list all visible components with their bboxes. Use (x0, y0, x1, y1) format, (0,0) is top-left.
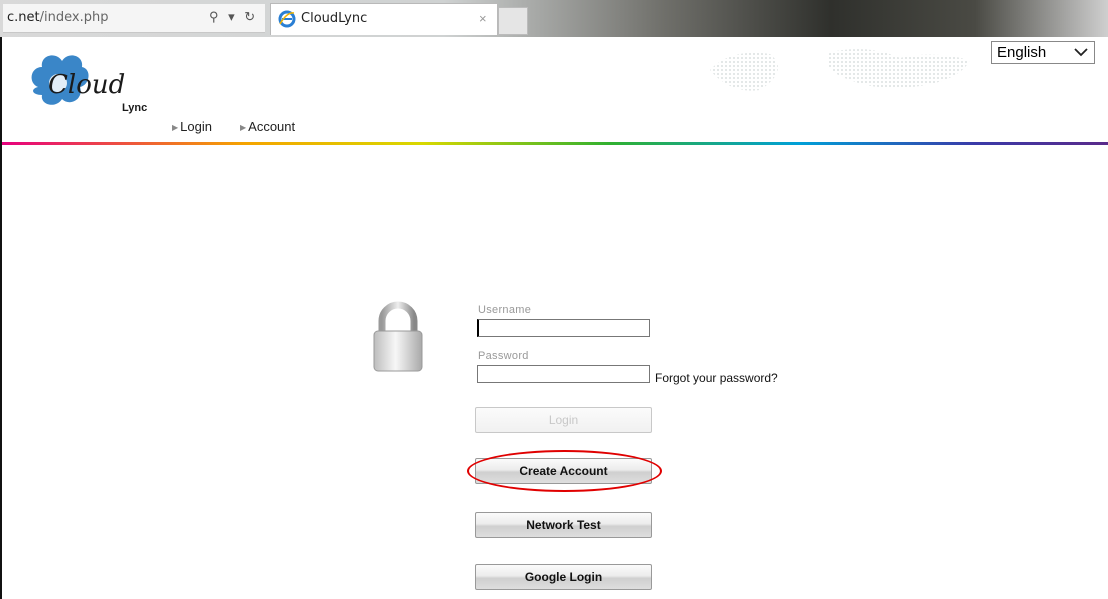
chevron-down-icon (1074, 48, 1088, 57)
nav-login-label: Login (180, 119, 212, 134)
language-select[interactable]: English (991, 41, 1095, 64)
username-field[interactable] (477, 319, 650, 337)
nav-account[interactable]: ▶ Account (240, 119, 295, 134)
cloudlync-logo[interactable]: Cloud Lync (26, 47, 176, 119)
world-map-decoration (710, 49, 970, 91)
window-border (0, 37, 2, 599)
triangle-right-icon: ▶ (172, 123, 179, 132)
address-bar[interactable]: c.net/index.php ⚲ ▾ ↻ (3, 4, 265, 33)
padlock-icon (373, 301, 423, 372)
address-url[interactable]: c.net/index.php (7, 10, 108, 25)
network-test-button[interactable]: Network Test (475, 512, 652, 538)
forgot-password-link[interactable]: Forgot your password? (655, 371, 778, 385)
browser-tab[interactable]: CloudLync × (270, 3, 498, 35)
triangle-right-icon: ▶ (240, 123, 247, 132)
address-bar-controls-icon[interactable]: ⚲ ▾ ↻ (209, 9, 258, 25)
header-divider (2, 142, 1108, 145)
ie-browser-icon (278, 10, 296, 28)
google-login-button[interactable]: Google Login (475, 564, 652, 590)
create-account-button[interactable]: Create Account (475, 458, 652, 484)
password-label: Password (478, 350, 529, 362)
tab-close-icon[interactable]: × (479, 11, 487, 26)
password-field[interactable] (477, 365, 650, 383)
logo-text: Cloud (48, 70, 125, 100)
username-label: Username (478, 304, 532, 316)
nav-account-label: Account (248, 119, 296, 134)
browser-chrome: c.net/index.php ⚲ ▾ ↻ CloudLync × (0, 0, 1108, 37)
logo-subtext: Lync (122, 102, 147, 114)
nav-login[interactable]: ▶ Login (172, 119, 212, 134)
language-select-value: English (997, 44, 1047, 61)
login-button[interactable]: Login (475, 407, 652, 433)
tab-title: CloudLync (301, 11, 368, 26)
new-tab-button[interactable] (498, 7, 528, 35)
